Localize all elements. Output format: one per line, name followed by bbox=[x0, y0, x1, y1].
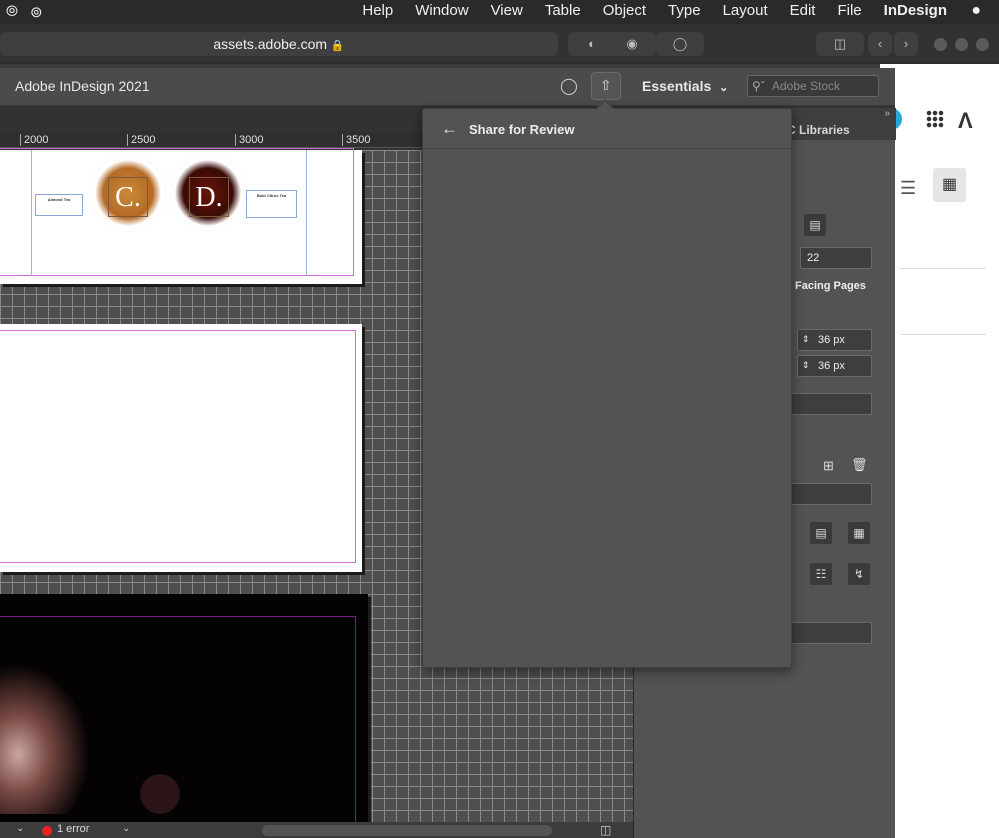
menu-window[interactable]: Window bbox=[415, 2, 468, 19]
menu-help[interactable]: Help bbox=[362, 2, 393, 19]
layout-icon[interactable]: ▤ bbox=[804, 214, 826, 236]
menu-file[interactable]: File bbox=[837, 2, 861, 19]
split-view-icon[interactable]: ◫ bbox=[600, 823, 611, 837]
forward-icon[interactable]: › bbox=[894, 32, 918, 56]
bokeh-light bbox=[140, 774, 180, 814]
frame-title: Almond Tea bbox=[47, 197, 71, 202]
popover-header: ← Share for Review bbox=[423, 109, 791, 149]
menu-type[interactable]: Type bbox=[668, 2, 701, 19]
document-page[interactable]: Almond Tea C. D. Bold Citrus Tea bbox=[0, 148, 362, 284]
menu-bar-status-icons: ⦾ ⊚ bbox=[6, 3, 43, 21]
cc-libraries-icon[interactable]: ⊚ bbox=[30, 3, 43, 21]
ruler-tick: 3500 bbox=[342, 134, 370, 146]
tab-cc-libraries[interactable]: C Libraries bbox=[787, 123, 850, 137]
lock-guides-icon[interactable]: ☷ bbox=[810, 563, 832, 585]
cup-letter: C. bbox=[108, 177, 148, 217]
width-value: 36 px bbox=[818, 334, 845, 346]
column-guide bbox=[31, 150, 32, 276]
app-menu: InDesign File Edit Layout Type Object Ta… bbox=[362, 2, 947, 19]
share-for-review-popover: ← Share for Review bbox=[422, 99, 792, 668]
chevron-down-icon[interactable]: ⌄ bbox=[122, 823, 130, 834]
workspace-switcher[interactable]: Essentials ⌄ bbox=[642, 78, 728, 94]
grammarly-icon[interactable]: ◉ bbox=[608, 32, 656, 56]
divider bbox=[900, 268, 986, 269]
stepper-icon: ⇕ bbox=[802, 360, 810, 370]
ruler-tick: 2500 bbox=[127, 134, 155, 146]
menu-layout[interactable]: Layout bbox=[723, 2, 768, 19]
popover-title: Share for Review bbox=[469, 122, 575, 137]
menu-indesign[interactable]: InDesign bbox=[884, 2, 947, 19]
lightbulb-icon[interactable]: ◯ bbox=[560, 76, 578, 96]
document-page[interactable] bbox=[0, 324, 362, 572]
error-indicator-icon bbox=[42, 826, 52, 836]
address-bar[interactable]: assets.adobe.com 🔒 bbox=[0, 32, 558, 56]
apps-grid-icon[interactable] bbox=[926, 110, 944, 128]
width-field[interactable]: ⇕ 36 px bbox=[797, 329, 872, 351]
url-text: assets.adobe.com bbox=[213, 36, 328, 52]
search-placeholder: Adobe Stock bbox=[772, 79, 841, 93]
menu-table[interactable]: Table bbox=[545, 2, 581, 19]
menu-object[interactable]: Object bbox=[603, 2, 646, 19]
share-icon: ⇧ bbox=[600, 77, 612, 93]
app-title: Adobe InDesign 2021 bbox=[15, 78, 150, 94]
grid-view-icon[interactable]: ▦ bbox=[933, 168, 966, 202]
adobe-stock-search[interactable]: ⚲ˇ Adobe Stock bbox=[747, 75, 879, 97]
dessert-image[interactable] bbox=[0, 664, 90, 814]
extension-icon[interactable]: ◯ bbox=[656, 32, 704, 56]
divider bbox=[900, 334, 986, 335]
height-field[interactable]: ⇕ 36 px bbox=[797, 355, 872, 377]
ruler-tick: 3000 bbox=[235, 134, 263, 146]
status-bar: ⌄ 1 error ⌄ ◫ bbox=[0, 822, 633, 838]
pages-field[interactable]: 22 bbox=[800, 247, 872, 269]
lock-icon: 🔒 bbox=[330, 40, 345, 52]
trash-icon[interactable]: 🗑 bbox=[851, 457, 868, 473]
apple-icon[interactable]: ● bbox=[971, 2, 981, 20]
chevron-down-icon: ⌄ bbox=[719, 82, 729, 94]
search-icon: ⚲ˇ bbox=[752, 79, 765, 93]
window-dots bbox=[934, 38, 989, 51]
table-icon[interactable]: ▤ bbox=[810, 522, 832, 544]
back-icon[interactable]: ‹ bbox=[868, 32, 892, 56]
ruler-tick: 2000 bbox=[20, 134, 48, 146]
snap-guides-icon[interactable]: ↯ bbox=[848, 563, 870, 585]
web-page-side: Λ ☰ ▦ bbox=[880, 64, 999, 838]
creative-cloud-icon[interactable]: ⦾ bbox=[6, 3, 18, 21]
adobe-logo-icon[interactable]: Λ bbox=[958, 108, 973, 134]
menu-view[interactable]: View bbox=[491, 2, 523, 19]
share-button[interactable]: ⇧ bbox=[591, 72, 621, 100]
back-arrow-icon[interactable]: ← bbox=[441, 119, 458, 139]
text-frame[interactable]: Almond Tea bbox=[35, 194, 83, 216]
page-margin bbox=[0, 330, 356, 563]
app-bar: Adobe InDesign 2021 ◯ ⇧ Essentials ⌄ ⚲ˇ … bbox=[0, 68, 895, 106]
column-guide bbox=[306, 150, 307, 276]
chevron-down-icon[interactable]: ⌄ bbox=[16, 823, 24, 834]
document-page-dark[interactable] bbox=[0, 594, 368, 826]
horizontal-scrollbar[interactable] bbox=[262, 825, 552, 836]
add-icon[interactable]: ⊞ bbox=[823, 458, 834, 474]
preflight-errors[interactable]: 1 error bbox=[57, 823, 89, 835]
facing-pages-label[interactable]: Facing Pages bbox=[795, 280, 866, 292]
menu-edit[interactable]: Edit bbox=[790, 2, 816, 19]
height-value: 36 px bbox=[818, 360, 845, 372]
list-view-icon[interactable]: ☰ bbox=[900, 178, 916, 199]
collapse-panels-icon[interactable]: » bbox=[884, 108, 890, 119]
text-frame[interactable]: Bold Citrus Tea bbox=[246, 190, 297, 218]
workspace-label: Essentials bbox=[642, 78, 712, 94]
browser-divider bbox=[0, 62, 999, 64]
mac-menu-bar: ⦾ ⊚ InDesign File Edit Layout Type Objec… bbox=[0, 0, 999, 24]
grid-icon[interactable]: ▦ bbox=[848, 522, 870, 544]
browser-toolbar: assets.adobe.com 🔒 ◐ ◉ ◯ ◫ ‹ › bbox=[0, 24, 999, 64]
frame-title: Bold Citrus Tea bbox=[256, 193, 287, 198]
sidebar-icon[interactable]: ◫ bbox=[816, 32, 864, 56]
stepper-icon: ⇕ bbox=[802, 334, 810, 344]
cup-letter: D. bbox=[189, 177, 229, 217]
